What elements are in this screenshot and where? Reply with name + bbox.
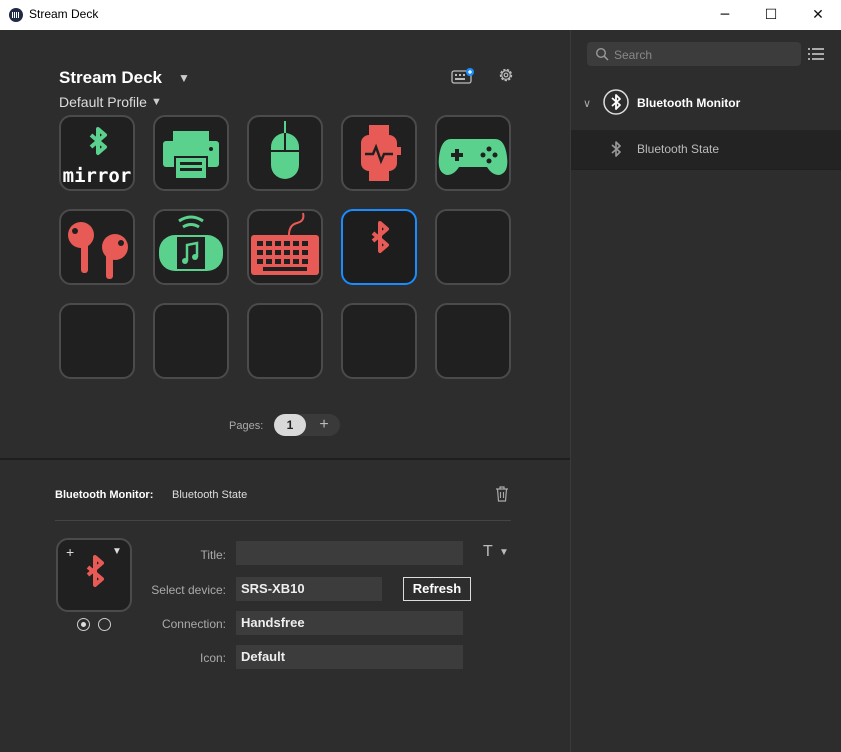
action-name: Bluetooth State [172, 489, 248, 501]
add-image-button[interactable]: + [66, 544, 74, 560]
trash-icon[interactable] [495, 486, 509, 502]
mouse-icon [271, 121, 299, 179]
divider [55, 520, 511, 521]
bluetooth-icon [371, 221, 389, 253]
chevron-down-icon[interactable]: ▼ [178, 71, 190, 85]
divider [571, 169, 841, 170]
minimize-button[interactable]: ─ [702, 0, 748, 30]
earbuds-icon [68, 222, 128, 279]
list-view-icon[interactable] [808, 47, 824, 61]
gear-icon[interactable] [497, 66, 515, 84]
smartwatch-icon [361, 125, 401, 181]
key-gamepad[interactable] [435, 115, 511, 191]
key-mouse[interactable] [247, 115, 323, 191]
profile-selector[interactable]: Default Profile [59, 94, 147, 110]
device-selector[interactable]: Stream Deck [59, 68, 162, 88]
icon-select[interactable]: Default [236, 645, 463, 669]
key-earbuds[interactable] [59, 209, 135, 285]
title-input[interactable] [236, 541, 463, 565]
page-button-1[interactable]: 1 [274, 414, 306, 436]
text-format-icon[interactable]: T [483, 543, 493, 561]
bluetooth-circle-icon [603, 89, 629, 115]
key-empty[interactable] [153, 303, 229, 379]
keyboard-icon [251, 212, 319, 275]
gamepad-icon [438, 139, 508, 175]
state-1-radio[interactable] [77, 618, 90, 631]
stream-deck-app-icon [9, 8, 23, 22]
panel-divider[interactable] [0, 458, 570, 460]
add-page-button[interactable]: + [316, 414, 332, 436]
plugin-name: Bluetooth Monitor: [55, 489, 154, 501]
key-keyboard[interactable] [247, 209, 323, 285]
device-select[interactable]: SRS-XB10 [236, 577, 382, 601]
window-titlebar: Stream Deck ─ ☐ ✕ [0, 0, 841, 30]
key-bluetooth-state[interactable] [341, 209, 417, 285]
key-empty[interactable] [59, 303, 135, 379]
speaker-icon [159, 215, 223, 271]
bluetooth-icon [611, 141, 621, 157]
close-button[interactable]: ✕ [795, 0, 841, 30]
key-empty[interactable] [341, 303, 417, 379]
printer-icon [163, 131, 219, 180]
title-label: Title: [200, 548, 226, 562]
refresh-button[interactable]: Refresh [403, 577, 471, 601]
pages-label: Pages: [229, 420, 264, 432]
maximize-button[interactable]: ☐ [748, 0, 794, 30]
key-bluetooth-mirror[interactable]: mirror [59, 115, 135, 191]
search-placeholder: Search [614, 48, 653, 62]
select-device-label: Select device: [151, 583, 226, 597]
store-keyboard-icon[interactable] [451, 68, 475, 84]
key-smartwatch[interactable] [341, 115, 417, 191]
icon-label: Icon: [199, 651, 226, 665]
action-bluetooth-state[interactable]: Bluetooth State [637, 142, 719, 156]
key-empty[interactable] [435, 303, 511, 379]
chevron-down-icon[interactable]: ∨ [583, 97, 591, 110]
category-bluetooth-monitor[interactable]: Bluetooth Monitor [637, 96, 740, 110]
connection-label: Connection: [161, 617, 226, 631]
window-title: Stream Deck [29, 7, 99, 21]
key-empty[interactable] [435, 209, 511, 285]
chevron-down-icon[interactable]: ▼ [499, 547, 509, 558]
connection-select[interactable]: Handsfree [236, 611, 463, 635]
key-speaker[interactable] [153, 209, 229, 285]
canvas-area: Stream Deck ▼ Default Profile ▼ mirror P… [0, 30, 570, 752]
chevron-down-icon[interactable]: ▼ [151, 96, 162, 108]
search-icon [595, 47, 609, 61]
key-title: mirror [62, 165, 132, 187]
key-empty[interactable] [247, 303, 323, 379]
key-printer[interactable] [153, 115, 229, 191]
